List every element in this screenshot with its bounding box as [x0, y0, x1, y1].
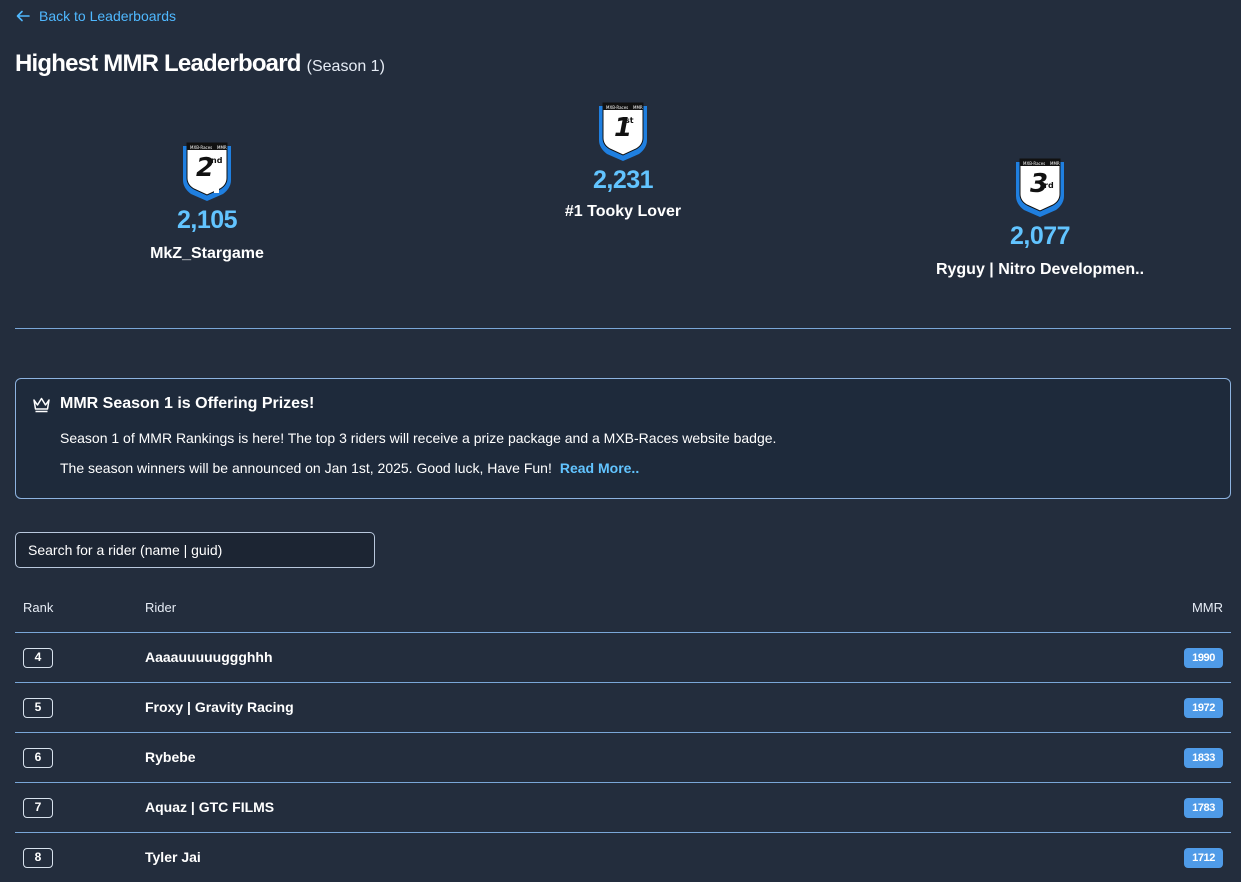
prize-header: MMR Season 1 is Offering Prizes!	[32, 395, 314, 413]
rider-name[interactable]: Tyler Jai	[145, 849, 201, 865]
podium-second-score: 2,105	[176, 206, 238, 234]
table-row[interactable]: 7 Aquaz | GTC FILMS 1783	[15, 783, 1231, 833]
rank-badge: 8	[23, 848, 53, 868]
podium: MXB-Races MMR 2 nd 2,105 MkZ_Stargame MX…	[15, 90, 1231, 300]
page-header: Highest MMR Leaderboard (Season 1)	[15, 50, 385, 78]
rider-name[interactable]: Aquaz | GTC FILMS	[145, 799, 274, 815]
rider-name[interactable]: Froxy | Gravity Racing	[145, 699, 294, 715]
rank-badge: 4	[23, 648, 53, 668]
back-to-leaderboards-link[interactable]: Back to Leaderboards	[15, 8, 176, 24]
prize-winners-text: The season winners will be announced on …	[60, 460, 552, 476]
svg-text:rd: rd	[1044, 181, 1054, 190]
second-place-badge-icon: MXB-Races MMR 2 nd	[177, 140, 237, 202]
arrow-left-icon	[16, 10, 30, 22]
page-subtitle: (Season 1)	[306, 58, 385, 75]
page-title: Highest MMR Leaderboard	[15, 50, 301, 77]
podium-second-name: MkZ_Stargame	[150, 245, 264, 262]
first-place-badge-icon: MXB-Races MMR 1 st	[593, 100, 653, 162]
prize-winners-note: The season winners will be announced on …	[60, 460, 639, 476]
podium-divider	[15, 328, 1231, 329]
table-row[interactable]: 5 Froxy | Gravity Racing 1972	[15, 683, 1231, 733]
svg-text:MXB-Races: MXB-Races	[190, 145, 212, 150]
rank-badge: 5	[23, 698, 53, 718]
rank-badge: 7	[23, 798, 53, 818]
crown-icon	[33, 397, 50, 412]
svg-text:MMR: MMR	[1050, 161, 1060, 166]
mmr-badge: 1712	[1184, 848, 1223, 868]
svg-text:st: st	[625, 116, 634, 125]
rider-column-header: Rider	[145, 600, 177, 615]
table-row[interactable]: 4 Aaaauuuuuggghhh 1990	[15, 633, 1231, 683]
third-place-badge-icon: MXB-Races MMR 3 rd	[1010, 156, 1070, 218]
podium-third-name: Ryguy | Nitro Developmen..	[935, 261, 1145, 278]
table-row[interactable]: 8 Tyler Jai 1712	[15, 833, 1231, 882]
svg-text:MXB-Races: MXB-Races	[1023, 161, 1045, 166]
read-more-link[interactable]: Read More..	[560, 460, 639, 476]
svg-text:MMR: MMR	[217, 145, 227, 150]
mmr-badge: 1833	[1184, 748, 1223, 768]
rider-name[interactable]: Rybebe	[145, 749, 196, 765]
prize-title: MMR Season 1 is Offering Prizes!	[60, 395, 315, 412]
prize-announcement: MMR Season 1 is Offering Prizes! Season …	[15, 378, 1231, 499]
podium-second[interactable]: MXB-Races MMR 2 nd 2,105 MkZ_Stargame	[147, 140, 267, 263]
svg-text:nd: nd	[211, 156, 223, 165]
svg-text:MXB-Races: MXB-Races	[606, 105, 628, 110]
table-header: Rank Rider MMR	[15, 583, 1231, 633]
table-row[interactable]: 6 Rybebe 1833	[15, 733, 1231, 783]
podium-first-score: 2,231	[592, 166, 654, 194]
leaderboard-page: Back to Leaderboards Highest MMR Leaderb…	[0, 0, 1241, 882]
prize-description: Season 1 of MMR Rankings is here! The to…	[60, 430, 777, 446]
leaderboard-table: Rank Rider MMR 4 Aaaauuuuuggghhh 1990 5 …	[15, 583, 1231, 882]
podium-first[interactable]: MXB-Races MMR 1 st 2,231 #1 Tooky Lover	[563, 100, 683, 221]
rank-badge: 6	[23, 748, 53, 768]
svg-text:MMR: MMR	[633, 105, 643, 110]
podium-third[interactable]: MXB-Races MMR 3 rd 2,077 Ryguy | Nitro D…	[920, 156, 1160, 279]
back-link-label: Back to Leaderboards	[39, 8, 176, 24]
podium-third-score: 2,077	[1009, 222, 1071, 250]
mmr-column-header: MMR	[1191, 600, 1223, 615]
rank-column-header: Rank	[23, 600, 54, 615]
rider-name[interactable]: Aaaauuuuuggghhh	[145, 649, 273, 665]
podium-first-name: #1 Tooky Lover	[564, 203, 682, 220]
mmr-badge: 1783	[1184, 798, 1223, 818]
mmr-badge: 1972	[1184, 698, 1223, 718]
rider-search-input[interactable]	[15, 532, 375, 568]
mmr-badge: 1990	[1184, 648, 1223, 668]
